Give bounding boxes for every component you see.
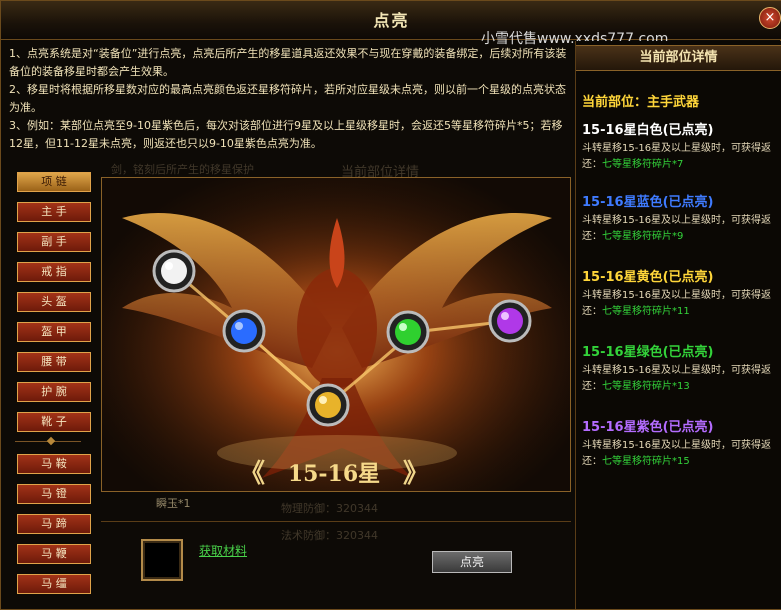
right-arrow-icon: 》 — [403, 459, 430, 489]
rule-1: 1、点亮系统是对“装备位”进行点亮，点亮后所产生的移星道具返还效果不与现在穿戴的… — [9, 47, 567, 78]
phoenix-scene — [101, 177, 571, 492]
tier-title: 15-16星绿色(已点亮) — [582, 345, 714, 360]
tier-reward: 七等星移符碎片*9 — [602, 231, 684, 242]
sidebar-item-whip[interactable]: 马 鞭 — [17, 544, 91, 564]
tier-reward: 七等星移符碎片*13 — [602, 381, 690, 392]
tier-reward: 七等星移符碎片*15 — [602, 456, 690, 467]
sidebar-item-saddle[interactable]: 马 鞍 — [17, 454, 91, 474]
get-material-link[interactable]: 获取材料 — [199, 542, 247, 559]
sidebar-item-helmet[interactable]: 头 盔 — [17, 292, 91, 312]
tier-white: 15-16星白色(已点亮) 斗转星移15-16星及以上星级时，可获得返还：七等星… — [582, 119, 781, 173]
tier-desc: 斗转星移15-16星及以上星级时，可获得返还：七等星移符碎片*15 — [582, 438, 781, 470]
sidebar-item-main-hand[interactable]: 主 手 — [17, 202, 91, 222]
purple-orb[interactable] — [488, 299, 532, 343]
sidebar-item-belt[interactable]: 腰 带 — [17, 352, 91, 372]
rule-2: 2、移星时将根据所移星数对应的最高点亮颜色返还星移符碎片，若所对应星级未点亮，则… — [9, 83, 566, 114]
sidebar-item-reins[interactable]: 马 缰 — [17, 574, 91, 594]
material-item-slot[interactable] — [141, 539, 183, 581]
tier-purple: 15-16星紫色(已点亮) 斗转星移15-16星及以上星级时，可获得返还：七等星… — [582, 416, 781, 470]
sidebar-item-boots[interactable]: 靴 子 — [17, 412, 91, 432]
divider-ornament — [46, 436, 56, 446]
tier-title: 15-16星蓝色(已点亮) — [582, 195, 714, 210]
background-text-1: 剑，铭刻后所产生的移星保护 — [111, 163, 254, 176]
tier-desc: 斗转星移15-16星及以上星级时，可获得返还：七等星移符碎片*11 — [582, 288, 781, 320]
tier-yellow: 15-16星黄色(已点亮) 斗转星移15-16星及以上星级时，可获得返还：七等星… — [582, 266, 781, 320]
light-up-button[interactable]: 点亮 — [432, 551, 512, 573]
tier-reward: 七等星移符碎片*11 — [602, 306, 690, 317]
sidebar-item-armor[interactable]: 盔 甲 — [17, 322, 91, 342]
panel-header: 当前部位详情 — [576, 45, 781, 71]
tier-green: 15-16星绿色(已点亮) 斗转星移15-16星及以上星级时，可获得返还：七等星… — [582, 341, 781, 395]
title-bar: 点亮 小雪代售www.xxds777.com × — [1, 1, 781, 47]
tier-desc: 斗转星移15-16星及以上星级时，可获得返还：七等星移符碎片*7 — [582, 141, 781, 173]
part-details-panel: 当前部位详情 当前部位：主手武器 15-16星白色(已点亮) 斗转星移15-16… — [575, 41, 781, 609]
tier-title: 15-16星黄色(已点亮) — [582, 270, 714, 285]
tier-blue: 15-16星蓝色(已点亮) 斗转星移15-16星及以上星级时，可获得返还：七等星… — [582, 191, 781, 245]
white-orb[interactable] — [152, 249, 196, 293]
sidebar-item-horseshoe[interactable]: 马 蹄 — [17, 514, 91, 534]
close-button[interactable]: × — [759, 7, 781, 29]
light-up-window: 点亮 小雪代售www.xxds777.com × 1、点亮系统是对“装备位”进行… — [0, 0, 781, 610]
sidebar-item-off-hand[interactable]: 副 手 — [17, 232, 91, 252]
sidebar-item-stirrup[interactable]: 马 镫 — [17, 484, 91, 504]
tier-title: 15-16星白色(已点亮) — [582, 123, 714, 138]
tier-desc: 斗转星移15-16星及以上星级时，可获得返还：七等星移符碎片*13 — [582, 363, 781, 395]
sidebar-item-necklace[interactable]: 项 链 — [17, 172, 91, 192]
tier-reward: 七等星移符碎片*7 — [602, 159, 684, 170]
gold-orb[interactable] — [306, 383, 350, 427]
tier-desc: 斗转星移15-16星及以上星级时，可获得返还：七等星移符碎片*9 — [582, 213, 781, 245]
rule-3: 3、例如：某部位点亮至9-10星紫色后，每次对该部位进行9星及以上星级移星时，会… — [9, 119, 563, 150]
background-text-3: 瞬玉*1 — [156, 497, 191, 510]
sidebar-item-bracer[interactable]: 护 腕 — [17, 382, 91, 402]
background-text-4: 物理防御：320344 — [281, 502, 378, 515]
phoenix-artwork — [102, 178, 570, 491]
current-part-label: 当前部位：主手武器 — [582, 95, 700, 110]
rules-description: 1、点亮系统是对“装备位”进行点亮，点亮后所产生的移星道具返还效果不与现在穿戴的… — [9, 45, 571, 153]
sidebar-item-ring[interactable]: 戒 指 — [17, 262, 91, 282]
green-orb[interactable] — [386, 310, 430, 354]
tier-title: 15-16星紫色(已点亮) — [582, 420, 714, 435]
blue-orb[interactable] — [222, 309, 266, 353]
